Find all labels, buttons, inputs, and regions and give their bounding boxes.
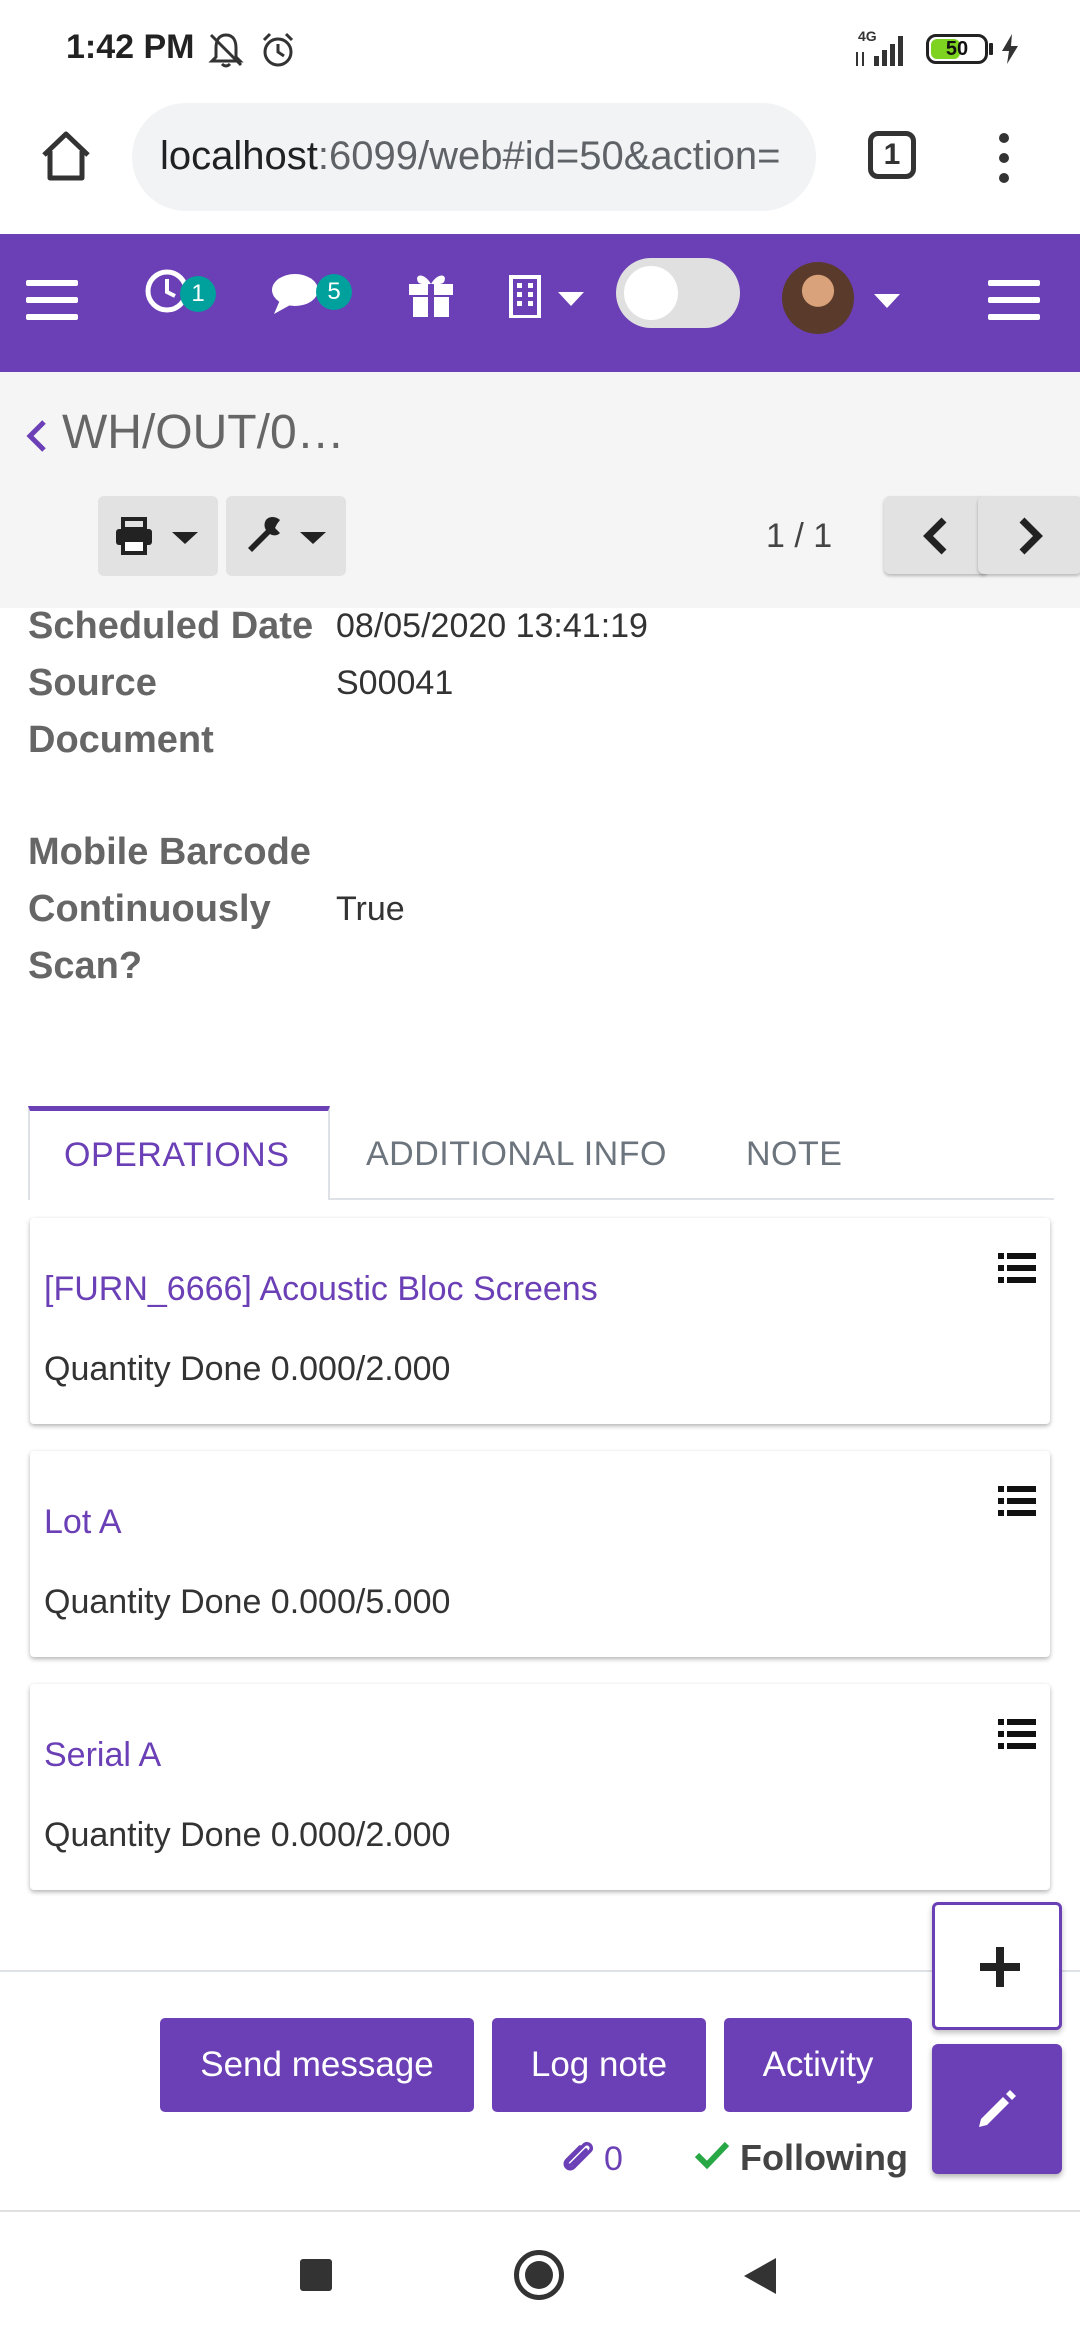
wrench-icon [248, 517, 280, 552]
mobile-barcode-value: True [336, 890, 405, 928]
operation-card[interactable]: Lot A Quantity Done 0.000/5.000 [30, 1451, 1050, 1657]
gift-icon[interactable] [406, 270, 456, 318]
action-caret-icon [300, 532, 326, 544]
pencil-icon [979, 2090, 1016, 2127]
detail-list-icon[interactable] [998, 1485, 1036, 1517]
signal-icon [856, 36, 903, 66]
chevron-right-icon [1019, 517, 1043, 555]
operation-card[interactable]: [FURN_6666] Acoustic Bloc Screens Quanti… [30, 1218, 1050, 1424]
source-document-label-line-1: Source [28, 662, 157, 704]
activity-count-badge: 1 [180, 276, 216, 312]
print-caret-icon [172, 532, 198, 544]
home-circle-icon[interactable] [514, 2250, 564, 2300]
action-button[interactable] [226, 496, 346, 576]
operation-card-quantity: Quantity Done 0.000/5.000 [44, 1583, 451, 1621]
message-count-badge: 5 [316, 274, 352, 310]
operation-card-title[interactable]: Serial A [44, 1736, 161, 1775]
following-status[interactable]: Following [740, 2137, 908, 2179]
edit-button[interactable] [932, 2044, 1062, 2174]
paperclip-icon[interactable] [560, 2136, 596, 2176]
hamburger-menu-icon[interactable] [988, 278, 1040, 322]
recents-square-icon[interactable] [300, 2259, 332, 2291]
pager-next-button[interactable] [978, 496, 1080, 574]
mobile-barcode-label-line-1: Mobile Barcode [28, 831, 311, 873]
detail-list-icon[interactable] [998, 1252, 1036, 1284]
battery-icon: 50 [926, 34, 988, 64]
company-dropdown-caret-icon[interactable] [556, 290, 586, 308]
source-document-value: S00041 [336, 664, 454, 702]
mobile-barcode-label: Mobile Barcode Continuously Scan? [28, 824, 311, 995]
charging-icon [1002, 34, 1018, 64]
chevron-left-icon [923, 517, 947, 555]
user-dropdown-caret-icon[interactable] [872, 292, 902, 310]
tab-operations-label[interactable]: OPERATIONS [64, 1136, 289, 1175]
alarm-icon [262, 32, 294, 67]
back-triangle-icon[interactable] [742, 2256, 778, 2296]
operation-card-quantity: Quantity Done 0.000/2.000 [44, 1350, 451, 1388]
apps-menu-icon[interactable] [26, 278, 78, 322]
scheduled-date-value: 08/05/2020 13:41:19 [336, 607, 648, 645]
detail-list-icon[interactable] [998, 1718, 1036, 1750]
pager-value[interactable]: 1 / 1 [766, 517, 832, 556]
operation-card-quantity: Quantity Done 0.000/2.000 [44, 1816, 451, 1854]
check-icon [694, 2141, 730, 2170]
home-icon[interactable] [38, 128, 94, 184]
activity-button[interactable]: Activity [724, 2018, 912, 2112]
battery-level: 50 [945, 38, 969, 60]
send-message-button[interactable]: Send message [160, 2018, 474, 2112]
tab-note[interactable]: NOTE [746, 1135, 842, 1174]
battery-tip [989, 43, 993, 55]
user-avatar[interactable] [782, 262, 854, 334]
print-icon [116, 517, 152, 555]
scheduled-date-label: Scheduled Date [28, 605, 314, 647]
toggle-knob [624, 266, 678, 320]
source-document-label: Source Document [28, 655, 214, 769]
mobile-barcode-label-line-2: Continuously [28, 888, 271, 930]
add-button[interactable] [932, 1902, 1062, 2030]
breadcrumb[interactable]: WH/OUT/0… [62, 405, 345, 460]
operation-card[interactable]: Serial A Quantity Done 0.000/2.000 [30, 1684, 1050, 1890]
operation-card-title[interactable]: Lot A [44, 1503, 122, 1542]
company-building-icon[interactable] [508, 274, 542, 318]
url-host: localhost [160, 134, 318, 178]
source-document-label-line-2: Document [28, 719, 214, 761]
tab-additional-info[interactable]: ADDITIONAL INFO [366, 1135, 667, 1174]
chatter-divider [0, 1970, 1080, 1972]
mute-bell-icon [208, 33, 244, 68]
operation-card-title[interactable]: [FURN_6666] Acoustic Bloc Screens [44, 1270, 598, 1309]
log-note-button[interactable]: Log note [492, 2018, 706, 2112]
plus-icon [980, 1947, 1020, 1987]
url-text[interactable]: localhost:6099/web#id=50&action= [160, 134, 794, 179]
status-time: 1:42 PM [66, 28, 195, 66]
pager-previous-button[interactable] [884, 496, 988, 574]
url-path: :6099/web#id=50&action= [317, 134, 781, 178]
tab-switcher-button[interactable]: 1 [868, 131, 916, 179]
back-chevron-icon[interactable] [24, 418, 48, 454]
more-vert-icon[interactable] [992, 130, 1016, 186]
attachment-count[interactable]: 0 [604, 2140, 623, 2179]
mobile-barcode-label-line-3: Scan? [28, 945, 143, 987]
print-button[interactable] [98, 496, 218, 576]
